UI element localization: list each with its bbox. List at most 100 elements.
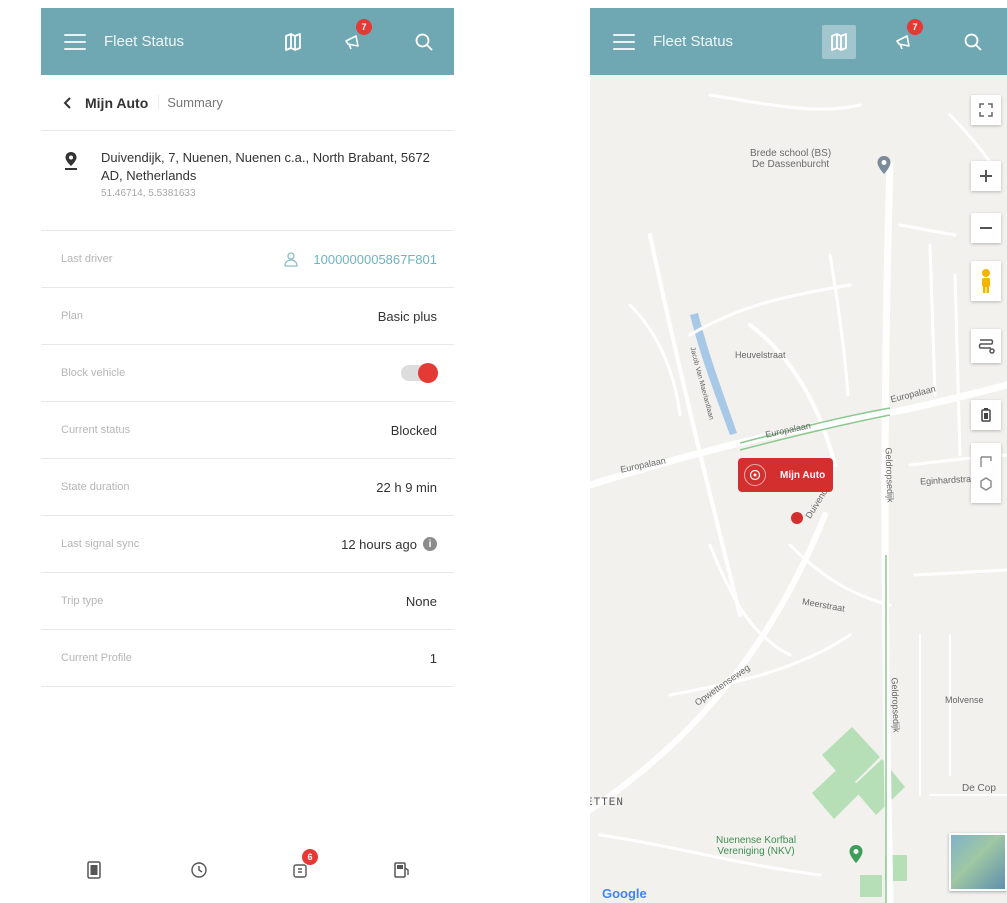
map-toggle-button[interactable] [276, 25, 310, 59]
search-button[interactable] [956, 25, 990, 59]
street-label: Geldropsedijk [889, 677, 902, 733]
row-value: 12 hours ago [341, 536, 417, 552]
route-icon [978, 339, 995, 354]
notifications-button[interactable]: 7 [337, 19, 372, 59]
pegman-icon [982, 269, 990, 293]
row-value: 1000000005867F801 [313, 251, 437, 267]
row-last-signal-sync: Last signal sync 12 hours ago i [41, 516, 454, 573]
block-vehicle-toggle[interactable] [401, 363, 438, 383]
row-label: Last driver [61, 253, 113, 265]
satellite-toggle[interactable] [949, 833, 1007, 891]
notification-badge: 7 [356, 19, 372, 35]
app-bar: Fleet Status 7 [590, 8, 1007, 75]
last-signal-value: 12 hours ago i [341, 537, 437, 552]
row-last-driver: Last driver 1000000005867F801 [41, 231, 454, 288]
menu-icon[interactable] [64, 33, 86, 50]
poi-label[interactable]: Brede school (BS) De Dassenburcht [750, 148, 831, 170]
plus-icon [980, 170, 992, 182]
megaphone-icon [896, 35, 910, 50]
fuel-icon[interactable] [387, 855, 417, 885]
minus-icon [980, 227, 992, 229]
battery-icon [981, 408, 991, 422]
toggle-knob [418, 363, 438, 383]
map-icon [285, 33, 301, 51]
vehicle-header: Mijn Auto Summary [41, 75, 454, 131]
row-label: Trip type [61, 595, 104, 607]
tab-summary[interactable]: Summary [158, 95, 223, 110]
row-current-profile: Current Profile 1 [41, 630, 454, 687]
notification-badge: 7 [907, 19, 923, 35]
summary-icon[interactable] [79, 855, 109, 885]
app-title: Fleet Status [653, 33, 734, 50]
alerts-icon[interactable]: 6 [286, 849, 318, 885]
zoom-in-button[interactable] [971, 161, 1001, 191]
person-icon [283, 251, 299, 267]
row-value: 1 [429, 650, 437, 666]
row-value: Blocked [390, 422, 437, 438]
menu-icon[interactable] [613, 33, 635, 50]
app-title: Fleet Status [104, 33, 185, 50]
poi-pin-icon[interactable] [876, 155, 892, 180]
poi-name: Nuenense Korfbal Vereniging (NKV) [716, 835, 797, 857]
row-value: None [405, 593, 437, 609]
google-logo: Google [602, 886, 647, 901]
fullscreen-button[interactable] [971, 95, 1001, 125]
area-label: De Cop [962, 783, 996, 794]
row-label: Plan [61, 310, 84, 322]
row-block-vehicle: Block vehicle [41, 345, 454, 402]
megaphone-icon [345, 35, 359, 50]
row-state-duration: State duration 22 h 9 min [41, 459, 454, 516]
history-icon[interactable] [184, 855, 214, 885]
notifications-button[interactable]: 7 [888, 19, 923, 59]
draw-tools[interactable] [971, 443, 1001, 503]
fullscreen-icon [979, 103, 993, 117]
polygon-icon [980, 456, 992, 467]
bottom-navigation: 6 [41, 845, 454, 903]
vehicle-marker-icon [744, 464, 766, 486]
poi-label[interactable]: Nuenense Korfbal Vereniging (NKV) [716, 835, 796, 857]
back-arrow-icon[interactable] [63, 95, 79, 111]
alerts-badge: 6 [302, 849, 318, 865]
row-label: Block vehicle [61, 367, 126, 379]
area-label: ETTEN [590, 797, 625, 809]
row-current-status: Current status Blocked [41, 402, 454, 459]
last-driver-link[interactable]: 1000000005867F801 [283, 251, 437, 267]
vehicle-marker[interactable]: Mijn Auto [738, 458, 834, 492]
search-icon [415, 33, 433, 51]
address-block: Duivendijk, 7, Nuenen, Nuenen c.a., Nort… [41, 131, 454, 231]
layers-button[interactable] [971, 400, 1001, 430]
map-icon [831, 33, 847, 51]
app-bar: Fleet Status 7 [41, 8, 454, 75]
street-view-button[interactable] [971, 261, 1001, 301]
map-view[interactable]: Brede school (BS) De Dassenburcht Nuenen… [590, 75, 1007, 903]
street-label: Molvense [945, 695, 984, 705]
vehicle-coordinates: 51.46714, 5.5381633 [101, 188, 196, 199]
row-label: State duration [61, 481, 130, 493]
row-label: Last signal sync [61, 538, 140, 550]
info-icon[interactable]: i [423, 537, 437, 551]
row-value: 22 h 9 min [376, 479, 437, 495]
vehicle-location-dot [791, 512, 803, 524]
vehicle-marker-label: Mijn Auto [780, 469, 826, 481]
location-pin-icon [64, 151, 78, 176]
zoom-out-button[interactable] [971, 213, 1001, 243]
row-plan: Plan Basic plus [41, 288, 454, 345]
poi-name: Brede school (BS) De Dassenburcht [750, 148, 832, 170]
search-icon [964, 33, 982, 51]
street-label: Heuvelstraat [735, 350, 786, 360]
map-toggle-button[interactable] [822, 25, 856, 59]
route-button[interactable] [971, 329, 1001, 363]
vehicle-summary-screen: Fleet Status 7 Mijn Auto Summary Duivend… [41, 8, 454, 903]
row-value: Basic plus [377, 308, 437, 324]
vehicle-map-screen: Fleet Status 7 Brede school (BS) De Dass… [590, 8, 1007, 903]
row-label: Current Profile [61, 652, 132, 664]
hexagon-icon [980, 477, 992, 491]
vehicle-info-list: Last driver 1000000005867F801 Plan Basic… [41, 231, 454, 687]
row-trip-type: Trip type None [41, 573, 454, 630]
street-label: Geldropsedijk [883, 447, 896, 503]
vehicle-name: Mijn Auto [85, 94, 149, 111]
search-button[interactable] [407, 25, 441, 59]
vehicle-address: Duivendijk, 7, Nuenen, Nuenen c.a., Nort… [101, 150, 430, 183]
poi-pin-icon[interactable] [848, 844, 864, 869]
row-label: Current status [61, 424, 131, 436]
